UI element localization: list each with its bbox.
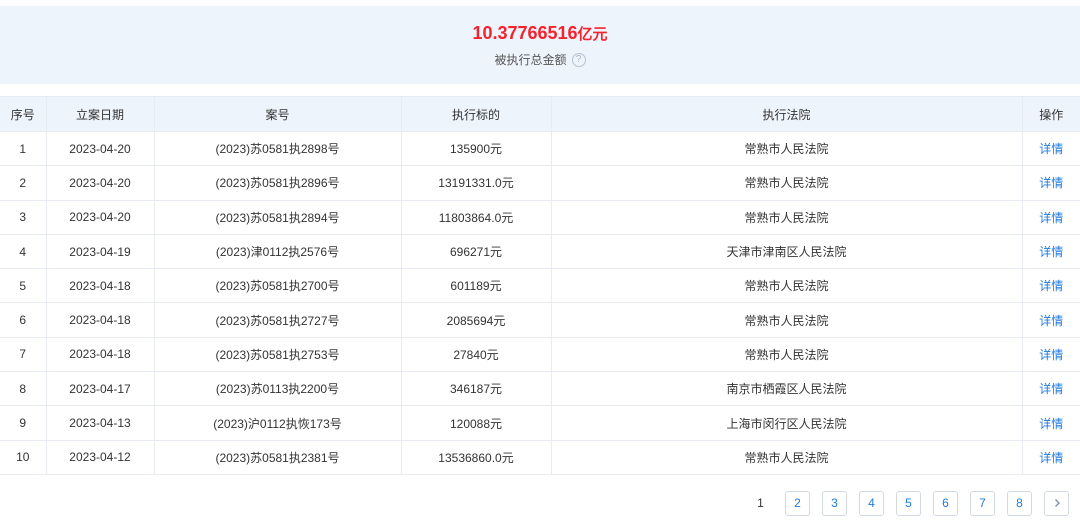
case-number: (2023)津0112执2576号 <box>153 233 402 270</box>
row-index: 6 <box>0 302 47 338</box>
row-index: 7 <box>0 336 47 373</box>
page-button[interactable]: 4 <box>859 491 884 516</box>
table-row: 6 2023-04-18 (2023)苏0581执2727号 2085694元 常熟市人… <box>0 302 1080 338</box>
court-name: 常熟市人民法院 <box>550 130 1023 167</box>
row-index: 4 <box>0 233 47 270</box>
header-col-court: 执行法院 <box>550 96 1023 132</box>
court-name: 常熟市人民法院 <box>550 336 1023 373</box>
header-col-index: 序号 <box>0 96 47 132</box>
total-amount-label-row: 被执行总金额 ? <box>494 52 586 68</box>
case-number: (2023)苏0581执2700号 <box>153 268 402 304</box>
pagination: 12345678 <box>0 491 1080 516</box>
detail-link[interactable]: 详情 <box>1021 268 1080 304</box>
filing-date: 2023-04-18 <box>45 302 155 338</box>
page-button[interactable]: 5 <box>896 491 921 516</box>
enforcement-amount: 2085694元 <box>400 302 552 338</box>
page-button[interactable]: 8 <box>1007 491 1032 516</box>
header-col-action: 操作 <box>1021 96 1080 132</box>
detail-link[interactable]: 详情 <box>1021 336 1080 373</box>
enforcement-table: 序号 立案日期 案号 执行标的 执行法院 操作 1 2023-04-20 (2023)苏058… <box>0 96 1080 475</box>
enforcement-amount: 11803864.0元 <box>400 199 552 235</box>
table-row: 9 2023-04-13 (2023)沪0112执恢173号 120088元 上海市闵行… <box>0 405 1080 441</box>
amount-number: 10.37766516 <box>472 23 578 43</box>
enforcement-amount: 27840元 <box>400 336 552 373</box>
detail-link[interactable]: 详情 <box>1021 371 1080 407</box>
enforcement-amount: 13536860.0元 <box>400 439 552 475</box>
row-index: 8 <box>0 371 47 407</box>
enforcement-amount: 601189元 <box>400 268 552 304</box>
chevron-right-icon[interactable] <box>1044 491 1069 516</box>
case-number: (2023)苏0581执2727号 <box>153 302 402 338</box>
table-row: 2 2023-04-20 (2023)苏0581执2896号 13191331.0元常… <box>0 165 1080 201</box>
row-index: 2 <box>0 165 47 201</box>
filing-date: 2023-04-20 <box>45 199 155 235</box>
filing-date: 2023-04-13 <box>45 405 155 441</box>
case-number: (2023)苏0581执2753号 <box>153 336 402 373</box>
row-index: 10 <box>0 439 47 475</box>
court-name: 常熟市人民法院 <box>550 268 1023 304</box>
table-body: 1 2023-04-20 (2023)苏0581执2898号 135900元 常熟市人民… <box>0 130 1080 475</box>
filing-date: 2023-04-19 <box>45 233 155 270</box>
court-name: 常熟市人民法院 <box>550 439 1023 475</box>
enforcement-amount: 696271元 <box>400 233 552 270</box>
detail-link[interactable]: 详情 <box>1021 233 1080 270</box>
table-row: 5 2023-04-18 (2023)苏0581执2700号 601189元 常熟市人民… <box>0 268 1080 304</box>
header-col-amount: 执行标的 <box>400 96 552 132</box>
enforcement-amount: 135900元 <box>400 130 552 167</box>
table-row: 4 2023-04-19 (2023)津0112执2576号 696271元 天津市津南… <box>0 233 1080 270</box>
total-amount-value: 10.37766516亿元 <box>0 22 1080 44</box>
page-button[interactable]: 3 <box>822 491 847 516</box>
detail-link[interactable]: 详情 <box>1021 165 1080 201</box>
total-amount-label: 被执行总金额 <box>494 53 567 67</box>
total-amount-panel: 10.37766516亿元 被执行总金额 ? <box>0 6 1080 84</box>
header-col-case-number: 案号 <box>153 96 402 132</box>
court-name: 上海市闵行区人民法院 <box>550 405 1023 441</box>
row-index: 1 <box>0 130 47 167</box>
filing-date: 2023-04-18 <box>45 336 155 373</box>
header-col-filing-date: 立案日期 <box>45 96 155 132</box>
case-number: (2023)苏0581执2896号 <box>153 165 402 201</box>
filing-date: 2023-04-20 <box>45 165 155 201</box>
enforcement-amount: 120088元 <box>400 405 552 441</box>
detail-link[interactable]: 详情 <box>1021 405 1080 441</box>
detail-link[interactable]: 详情 <box>1021 130 1080 167</box>
table-row: 3 2023-04-20 (2023)苏0581执2894号 11803864.0元常… <box>0 199 1080 235</box>
case-number: (2023)苏0581执2894号 <box>153 199 402 235</box>
table-row: 7 2023-04-18 (2023)苏0581执2753号 27840元 常熟市人民法… <box>0 336 1080 373</box>
case-number: (2023)苏0581执2898号 <box>153 130 402 167</box>
enforcement-amount: 13191331.0元 <box>400 165 552 201</box>
filing-date: 2023-04-20 <box>45 130 155 167</box>
row-index: 9 <box>0 405 47 441</box>
enforcement-amount: 346187元 <box>400 371 552 407</box>
court-name: 常熟市人民法院 <box>550 199 1023 235</box>
case-number: (2023)苏0581执2381号 <box>153 439 402 475</box>
case-number: (2023)沪0112执恢173号 <box>153 405 402 441</box>
case-number: (2023)苏0113执2200号 <box>153 371 402 407</box>
table-row: 1 2023-04-20 (2023)苏0581执2898号 135900元 常熟市人民… <box>0 130 1080 167</box>
table-row: 10 2023-04-12 (2023)苏0581执2381号 13536860.0元… <box>0 439 1080 475</box>
page-button[interactable]: 7 <box>970 491 995 516</box>
question-circle-icon[interactable]: ? <box>571 53 586 67</box>
filing-date: 2023-04-17 <box>45 371 155 407</box>
filing-date: 2023-04-18 <box>45 268 155 304</box>
court-name: 常熟市人民法院 <box>550 165 1023 201</box>
row-index: 3 <box>0 199 47 235</box>
page-current: 1 <box>748 491 773 516</box>
amount-unit: 亿元 <box>577 26 608 43</box>
detail-link[interactable]: 详情 <box>1021 302 1080 338</box>
row-index: 5 <box>0 268 47 304</box>
court-name: 常熟市人民法院 <box>550 302 1023 338</box>
court-name: 南京市栖霞区人民法院 <box>550 371 1023 407</box>
court-name: 天津市津南区人民法院 <box>550 233 1023 270</box>
detail-link[interactable]: 详情 <box>1021 439 1080 475</box>
filing-date: 2023-04-12 <box>45 439 155 475</box>
table-row: 8 2023-04-17 (2023)苏0113执2200号 346187元 南京市栖霞… <box>0 371 1080 407</box>
detail-link[interactable]: 详情 <box>1021 199 1080 235</box>
table-header-row: 序号 立案日期 案号 执行标的 执行法院 操作 <box>0 96 1080 132</box>
page-button[interactable]: 2 <box>785 491 810 516</box>
page-button[interactable]: 6 <box>933 491 958 516</box>
